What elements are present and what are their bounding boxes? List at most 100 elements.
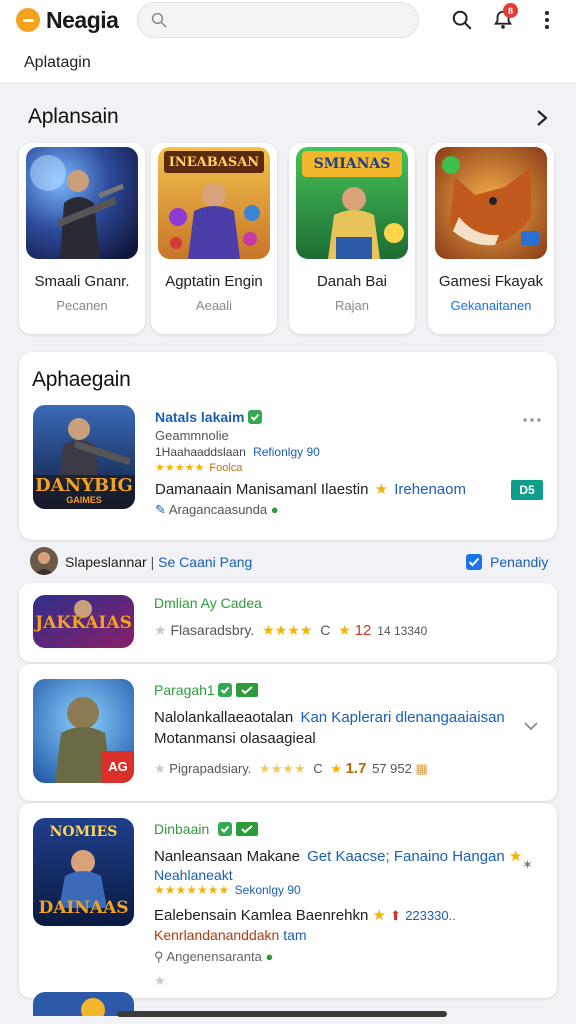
filter-row: Slapeslannar | Se Caani Pang Penandiy — [30, 547, 548, 577]
star-rating-icon: ★★★★ — [262, 622, 313, 638]
item-line-3: Ealebensain Kamlea Baenrehkn — [154, 907, 369, 924]
featured-card[interactable]: SMIANAS Danah Bai Rajan — [289, 143, 415, 334]
list-item[interactable]: AG Paragah1 Nalolankallaeaotalan Kan Kap… — [19, 664, 557, 801]
avatar[interactable] — [30, 547, 58, 575]
featured-list-panel: Aphaegain DANYBIG GAIMES Natals lakaim G… — [19, 352, 557, 540]
game-art: SMIANAS — [296, 147, 408, 259]
item-title: Dinbaain — [154, 821, 210, 837]
item-line-1-link[interactable]: Kan Kaplerari dlenangaaiaisan — [300, 709, 504, 726]
app-logo[interactable]: Neagia — [16, 6, 119, 34]
star-icon: ★ — [374, 481, 389, 498]
card-title: Agptatin Engin — [165, 273, 263, 290]
verified-leaf-icon: ● — [265, 949, 274, 964]
edit-icon: ✎ — [155, 502, 166, 517]
game-art: NOMIES DAINAAS — [33, 818, 134, 926]
art-title: JAKKAIAS — [35, 613, 132, 633]
star-rating-icon: ★★★★★ — [155, 462, 205, 474]
item-rating-label: Foolca — [209, 462, 243, 474]
logo-icon — [16, 8, 40, 32]
item-rating: 12 — [354, 622, 372, 639]
filter-label: Slapeslannar — [65, 554, 147, 570]
star-rating-icon: ★★★★★★★ — [154, 883, 230, 897]
item-line-4-tail: tam — [283, 927, 307, 943]
item-meta: 1Haahaaddslaan — [155, 445, 246, 459]
star-outline-icon: ★ — [154, 622, 167, 638]
game-art: JAKKAIAS — [33, 595, 134, 648]
check-icon — [468, 557, 480, 567]
item-meta: Pigrapadsiary. — [169, 761, 252, 776]
list-item[interactable]: JAKKAIAS Dmlian Ay Cadea ★ Flasaradsbry.… — [19, 583, 557, 662]
art-subtitle: GAIMES — [66, 495, 102, 505]
refresh-icon: C — [320, 622, 331, 638]
item-line-2: Motanmansi olasaagieal — [154, 730, 316, 747]
item-title[interactable]: Natals lakaim — [155, 409, 245, 425]
item-line-2: Neahlaneakt — [154, 867, 233, 883]
more-vertical-icon — [545, 11, 549, 29]
filter-sublabel[interactable]: Se Caani Pang — [158, 554, 252, 570]
list-item[interactable]: NOMIES DAINAAS Dinbaain Nanleansaan Maka… — [19, 803, 557, 998]
star-icon: ★ — [330, 761, 342, 776]
tag-icon — [236, 822, 258, 836]
search-input[interactable] — [176, 12, 396, 28]
filter-check-label[interactable]: Penandiy — [490, 554, 548, 570]
card-subtitle-link[interactable]: Gekanaitanen — [428, 298, 554, 313]
item-title: Paragah1 — [154, 682, 215, 698]
card-title: Gamesi Fkayak — [438, 273, 544, 290]
more-horizontal-icon[interactable] — [523, 418, 541, 422]
verified-leaf-icon: ● — [270, 502, 279, 517]
item-footer: Aragancaasunda — [168, 502, 268, 517]
panel-title: Aphaegain — [32, 368, 131, 391]
star-outline-icon: ★ — [154, 973, 166, 988]
verified-icon — [218, 822, 232, 836]
item-developer: Geammnolie — [155, 428, 229, 443]
featured-section-title: Aplansain — [28, 105, 119, 128]
featured-card[interactable]: Smaali Gnanr. Pecanen — [19, 143, 145, 334]
item-count: 223330.. — [405, 908, 456, 923]
featured-card[interactable]: INEABASAN Agptatin Engin Aeaali — [151, 143, 277, 334]
verified-icon — [218, 683, 232, 697]
card-banner: INEABASAN — [168, 155, 260, 170]
sparkle-icon[interactable]: ✶ — [522, 857, 533, 873]
item-meta: Flasaradsbry. — [170, 622, 255, 638]
search-button[interactable] — [448, 6, 476, 34]
chevron-down-icon[interactable] — [523, 720, 539, 732]
item-description-link[interactable]: Irehenaom — [394, 481, 466, 498]
item-count: 14 13340 — [377, 624, 428, 638]
star-icon: ★ — [508, 848, 523, 865]
star-icon: ★ — [338, 622, 351, 638]
app-name: Neagia — [46, 6, 119, 33]
star-outline-icon: ★ — [154, 761, 166, 776]
star-rating-icon: ★★★★ — [259, 761, 306, 776]
subtab-label[interactable]: Aplatagin — [24, 54, 91, 72]
search-bar[interactable] — [137, 2, 419, 38]
tag-icon — [236, 683, 258, 697]
card-subtitle: Pecanen — [56, 298, 108, 313]
item-title: Dmlian Ay Cadea — [154, 595, 262, 611]
item-meta-link[interactable]: Sekonlgy 90 — [235, 883, 301, 897]
game-art: AG — [33, 679, 134, 783]
card-title: Smaali Gnanr. — [34, 273, 130, 290]
item-line-1-link[interactable]: Get Kaacse; Fanaino Hangan — [307, 848, 505, 865]
art-subtitle: DAINAAS — [38, 898, 129, 918]
chevron-right-icon[interactable] — [532, 108, 552, 128]
notifications-button[interactable]: 8 — [489, 3, 518, 34]
refresh-icon: C — [313, 761, 323, 776]
calendar-icon: ▦ — [415, 761, 428, 776]
item-description: Damanaain Manisamanl Ilaestin — [155, 481, 369, 498]
verified-icon — [248, 410, 262, 424]
game-art[interactable]: DANYBIG GAIMES — [33, 405, 135, 509]
upload-icon: ⬆ — [390, 908, 402, 923]
card-subtitle: Aeaali — [195, 298, 233, 313]
featured-card[interactable]: Gamesi Fkayak Gekanaitanen — [428, 143, 554, 334]
home-indicator[interactable] — [117, 1011, 447, 1017]
more-menu-button[interactable] — [533, 6, 561, 34]
notification-badge: 8 — [503, 3, 518, 18]
game-art — [435, 147, 547, 259]
game-art: INEABASAN — [158, 147, 270, 259]
filter-checkbox[interactable] — [466, 554, 482, 570]
card-banner: SMIANAS — [313, 156, 391, 172]
link-icon: ⚲ — [154, 949, 164, 964]
action-button[interactable]: D5 — [511, 480, 543, 500]
item-meta-link[interactable]: Refionlgy 90 — [253, 445, 320, 459]
item-line-4: Kenrlandananddakn — [154, 927, 280, 943]
